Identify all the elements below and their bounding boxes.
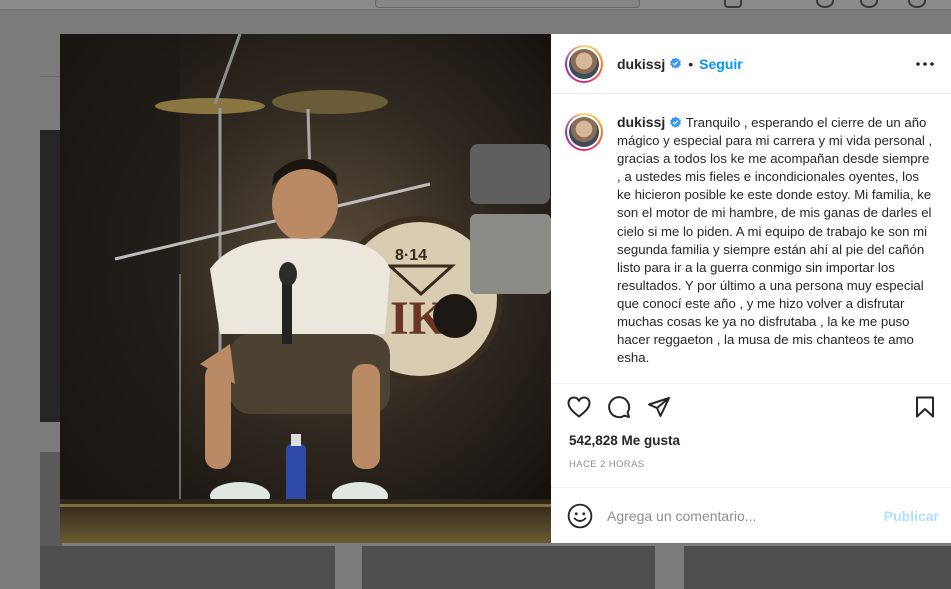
background-post-tile xyxy=(40,130,62,422)
comment-input[interactable] xyxy=(607,507,867,524)
post-image[interactable]: 8·14 IK xyxy=(60,34,551,543)
caption-text: Tranquilo , esperando el cierre de un añ… xyxy=(617,115,933,366)
bookmark-icon[interactable] xyxy=(911,393,939,421)
author-avatar[interactable] xyxy=(565,44,603,83)
post-header: dukissj • Seguir xyxy=(551,34,951,94)
caption: dukissj Tranquilo , esperando el cierre … xyxy=(617,113,935,383)
post-timestamp[interactable]: HACE 2 HORAS xyxy=(551,454,951,480)
post-photo-illustration: 8·14 IK xyxy=(60,34,551,543)
background-search-box xyxy=(375,0,640,8)
header-separator: • xyxy=(688,55,694,72)
heart-icon[interactable] xyxy=(565,393,593,421)
publish-button[interactable]: Publicar xyxy=(884,508,939,524)
follow-button[interactable]: Seguir xyxy=(699,56,743,72)
caption-section: dukissj Tranquilo , esperando el cierre … xyxy=(551,94,951,384)
send-icon[interactable] xyxy=(645,393,673,421)
post-details-panel: dukissj • Seguir dukissj Tranquilo , esp… xyxy=(551,34,951,543)
verified-badge-icon xyxy=(670,57,682,69)
background-post-tile xyxy=(684,546,951,589)
post-actions xyxy=(551,384,951,430)
author-username[interactable]: dukissj xyxy=(617,56,665,72)
caption-author-avatar[interactable] xyxy=(565,113,603,151)
background-nav-icon xyxy=(724,0,742,8)
background-post-tile xyxy=(362,546,655,589)
drum-logo-text: 8·14 xyxy=(395,247,427,264)
verified-badge-icon xyxy=(670,116,682,128)
more-options-icon[interactable] xyxy=(913,52,937,76)
background-post-tile xyxy=(40,546,335,589)
comment-bar: Publicar xyxy=(551,487,951,543)
caption-username[interactable]: dukissj xyxy=(617,114,665,130)
like-count[interactable]: 542,828 Me gusta xyxy=(551,430,951,452)
comment-icon[interactable] xyxy=(605,393,633,421)
emoji-icon[interactable] xyxy=(567,503,593,529)
